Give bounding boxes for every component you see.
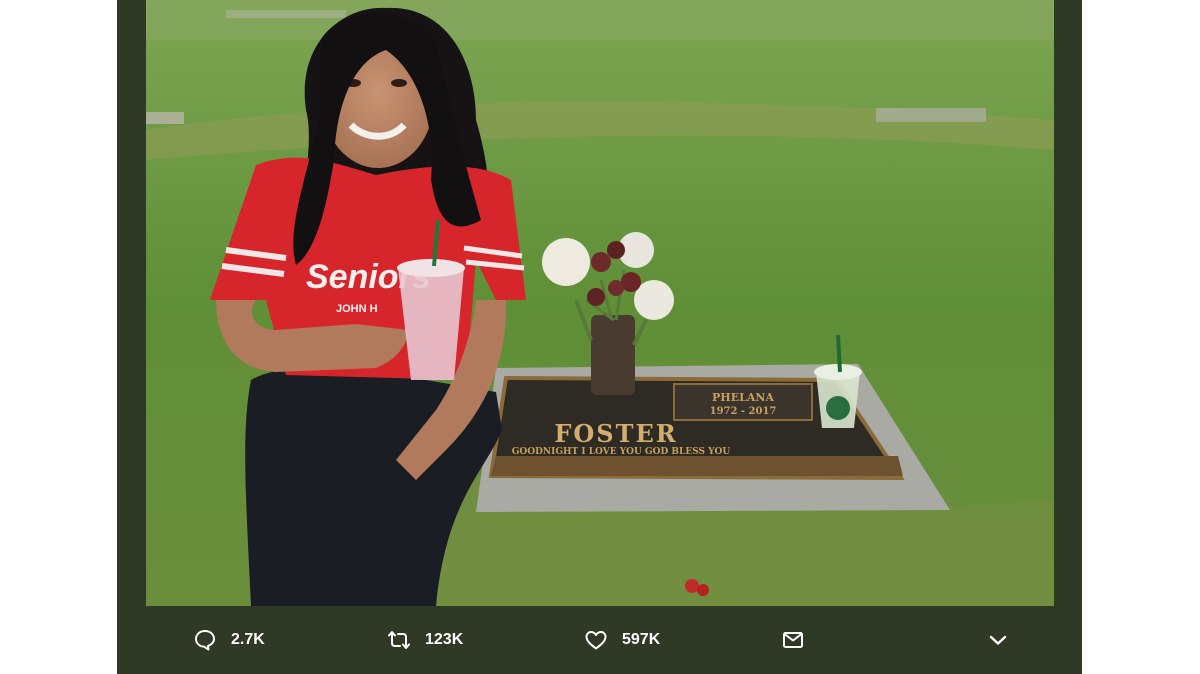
heart-icon (585, 631, 607, 650)
direct-message-button[interactable] (781, 606, 805, 674)
reply-button[interactable]: 2.7K (193, 606, 265, 674)
tweet-photo[interactable]: PHELANA 1972 - 2017 FOSTER GOODNIGHT I L… (146, 0, 1054, 606)
headstone-first-name: PHELANA (712, 391, 774, 404)
more-options-button[interactable] (986, 606, 1010, 674)
retweet-icon (388, 631, 410, 649)
like-count: 597K (622, 631, 661, 648)
photo-scene: PHELANA 1972 - 2017 FOSTER GOODNIGHT I L… (146, 0, 1054, 606)
retweet-button[interactable]: 123K (387, 606, 463, 674)
reply-icon (195, 630, 215, 651)
chevron-down-icon (989, 635, 1007, 645)
mail-icon (783, 632, 803, 648)
white-flower (542, 238, 590, 286)
headstone-epitaph: GOODNIGHT I LOVE YOU GOD BLESS YOU (512, 447, 731, 457)
shirt-subtext: JOHN H (336, 303, 378, 315)
retweet-count: 123K (425, 631, 464, 648)
flower-vase (591, 315, 635, 395)
like-button[interactable]: 597K (584, 606, 660, 674)
reply-count: 2.7K (231, 631, 265, 648)
headstone-years: 1972 - 2017 (710, 406, 777, 417)
tweet-action-bar: 2.7K 123K 597K (146, 606, 1054, 674)
headstone-surname: FOSTER (554, 419, 677, 448)
